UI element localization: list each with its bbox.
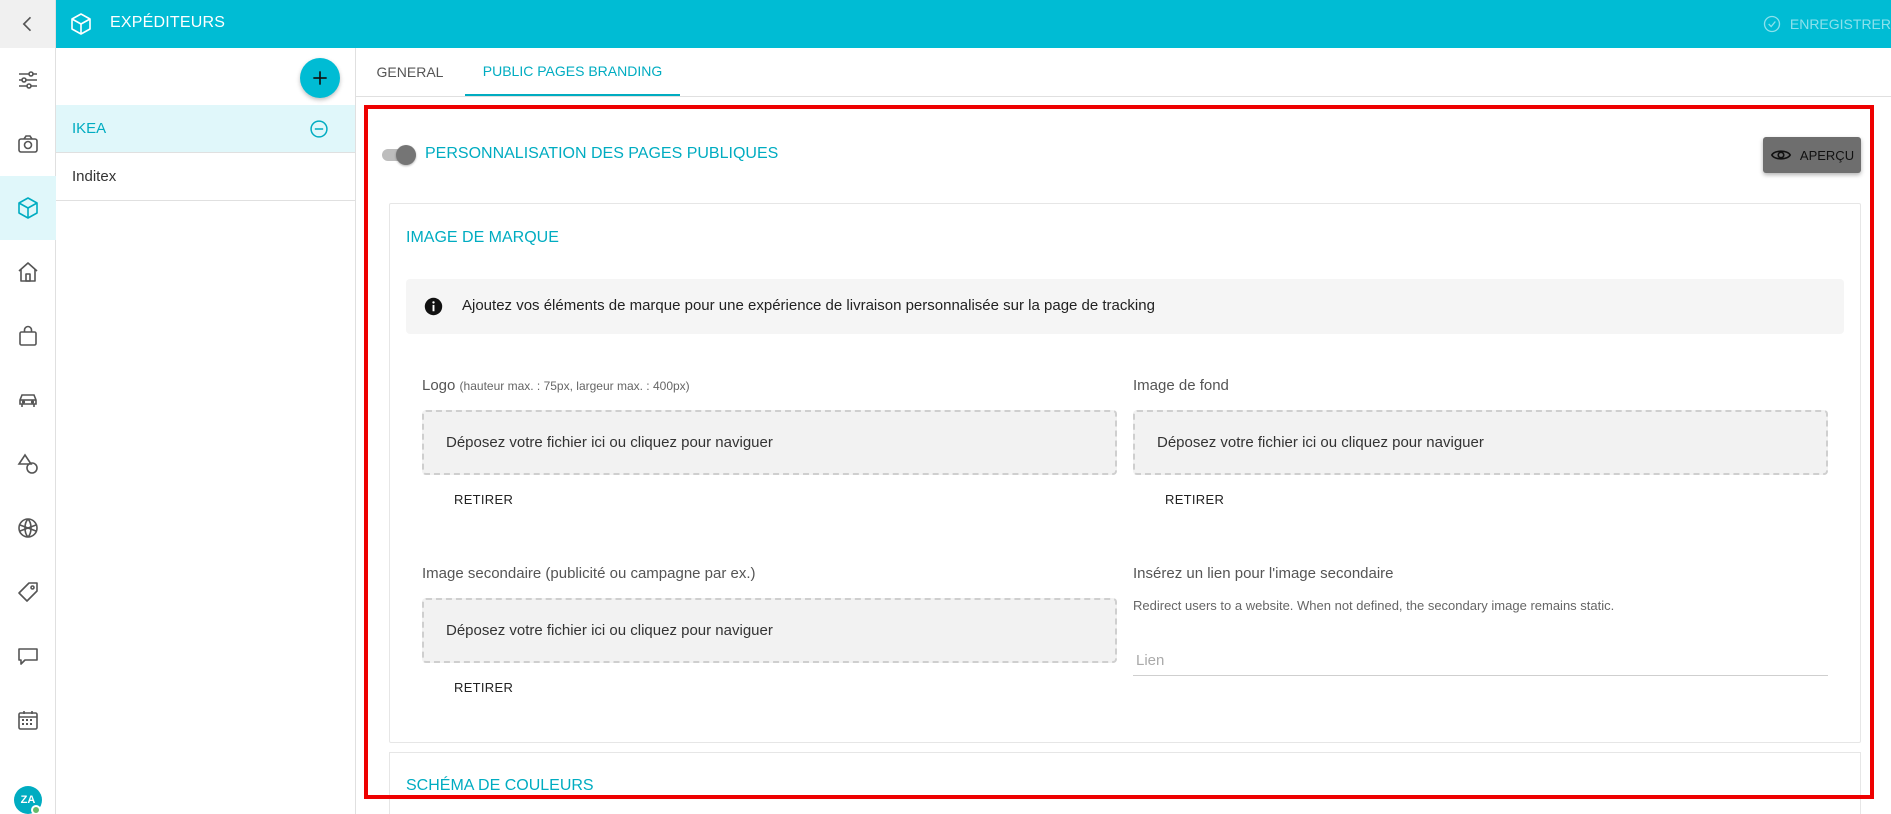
preview-button-label: APERÇU bbox=[1799, 147, 1855, 163]
secondary-link-help: Redirect users to a website. When not de… bbox=[1133, 598, 1615, 613]
plus-icon bbox=[313, 71, 327, 85]
tag-icon bbox=[18, 582, 38, 602]
tab-label: PUBLIC PAGES BRANDING bbox=[482, 63, 663, 79]
logo-label: Logo (hauteur max. : 75px, largeur max. … bbox=[422, 377, 690, 394]
branding-toggle-label: PERSONNALISATION DES PAGES PUBLIQUES bbox=[425, 145, 779, 162]
remove-secondary-button[interactable]: RETIRER bbox=[454, 680, 513, 695]
logo-dropzone[interactable]: Déposez votre fichier ici ou cliquez pou… bbox=[422, 410, 1117, 475]
nav-rail bbox=[0, 48, 56, 814]
rail-item-messages[interactable] bbox=[0, 624, 56, 688]
rail-item-orders[interactable] bbox=[0, 304, 56, 368]
dropzone-text: Déposez votre fichier ici ou cliquez pou… bbox=[1157, 434, 1484, 451]
avatar-initials: ZA bbox=[20, 794, 36, 806]
rail-item-network[interactable] bbox=[0, 496, 56, 560]
list-item-label: Inditex bbox=[72, 168, 117, 185]
preview-button[interactable]: APERÇU bbox=[1763, 137, 1861, 173]
dropzone-text: Déposez votre fichier ici ou cliquez pou… bbox=[446, 622, 773, 639]
branding-toggle[interactable] bbox=[380, 144, 418, 166]
box-icon bbox=[18, 197, 38, 219]
remove-logo-button[interactable]: RETIRER bbox=[454, 492, 513, 507]
chevron-left-icon bbox=[22, 16, 31, 32]
list-item-label: IKEA bbox=[72, 120, 107, 137]
online-status-dot bbox=[31, 805, 41, 814]
rail-item-zones[interactable] bbox=[0, 432, 56, 496]
back-button[interactable] bbox=[0, 0, 56, 48]
list-item[interactable]: Inditex bbox=[56, 153, 355, 201]
rail-item-calendar[interactable] bbox=[0, 688, 56, 752]
background-image-dropzone[interactable]: Déposez votre fichier ici ou cliquez pou… bbox=[1133, 410, 1828, 475]
camera-icon bbox=[18, 135, 38, 153]
dropzone-text: Déposez votre fichier ici ou cliquez pou… bbox=[446, 434, 773, 451]
car-icon bbox=[19, 394, 37, 407]
secondary-link-label: Insérez un lien pour l'image secondaire bbox=[1133, 565, 1394, 582]
color-scheme-card bbox=[389, 752, 1861, 814]
tab-label: GENERAL bbox=[376, 64, 444, 80]
remove-circle-icon[interactable] bbox=[309, 119, 329, 139]
box-icon bbox=[71, 13, 91, 35]
tab-general[interactable]: GENERAL bbox=[356, 48, 464, 96]
remove-background-button[interactable]: RETIRER bbox=[1165, 492, 1224, 507]
rail-item-camera[interactable] bbox=[0, 112, 56, 176]
globe-icon bbox=[18, 518, 38, 538]
check-circle-icon bbox=[1763, 15, 1781, 33]
info-banner: Ajoutez vos éléments de marque pour une … bbox=[406, 279, 1844, 334]
home-icon bbox=[18, 262, 38, 282]
shapes-icon bbox=[17, 453, 38, 474]
bag-icon bbox=[19, 325, 37, 346]
senders-list-panel: IKEA Inditex bbox=[56, 48, 356, 814]
secondary-image-label: Image secondaire (publicité ou campagne … bbox=[422, 565, 756, 582]
top-bar: EXPÉDITEURS ENREGISTRER bbox=[0, 0, 1891, 48]
logo-hint: (hauteur max. : 75px, largeur max. : 400… bbox=[459, 379, 690, 393]
logo-label-text: Logo bbox=[422, 377, 456, 394]
rail-item-vehicles[interactable] bbox=[0, 368, 56, 432]
secondary-link-input[interactable] bbox=[1133, 646, 1828, 676]
info-text: Ajoutez vos éléments de marque pour une … bbox=[462, 297, 1155, 314]
info-icon bbox=[424, 297, 443, 316]
rail-item-settings[interactable] bbox=[0, 48, 56, 112]
tab-bar: GENERAL PUBLIC PAGES BRANDING bbox=[356, 48, 1891, 97]
rail-item-home[interactable] bbox=[0, 240, 56, 304]
rail-item-senders[interactable] bbox=[0, 176, 56, 240]
chat-icon bbox=[18, 648, 38, 665]
sliders-icon bbox=[19, 71, 37, 89]
section-title: IMAGE DE MARQUE bbox=[406, 229, 559, 246]
rail-item-pricing[interactable] bbox=[0, 560, 56, 624]
save-button-label: ENREGISTRER bbox=[1789, 16, 1891, 32]
toggle-thumb bbox=[396, 145, 416, 165]
list-item[interactable]: IKEA bbox=[56, 105, 355, 153]
background-image-label: Image de fond bbox=[1133, 377, 1229, 394]
save-button[interactable]: ENREGISTRER bbox=[1762, 12, 1891, 36]
calendar-icon bbox=[18, 711, 38, 730]
tab-public-pages-branding[interactable]: PUBLIC PAGES BRANDING bbox=[465, 48, 680, 96]
eye-icon bbox=[1770, 150, 1792, 160]
page-title: EXPÉDITEURS bbox=[110, 14, 226, 31]
secondary-image-dropzone[interactable]: Déposez votre fichier ici ou cliquez pou… bbox=[422, 598, 1117, 663]
color-scheme-title: SCHÉMA DE COULEURS bbox=[406, 777, 594, 794]
add-sender-button[interactable] bbox=[300, 58, 340, 98]
